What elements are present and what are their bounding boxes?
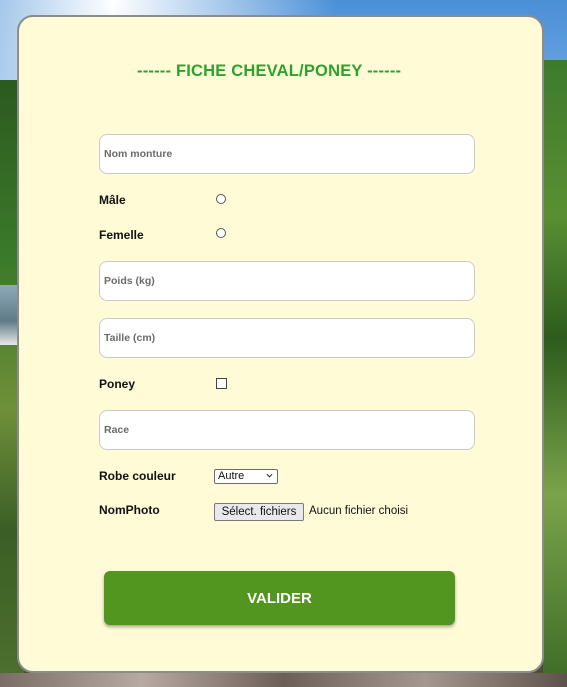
file-select-button[interactable]: Sélect. fichiers <box>214 503 304 521</box>
femelle-label: Femelle <box>99 228 144 242</box>
nom-photo-label: NomPhoto <box>99 503 160 517</box>
form-title: ------ FICHE CHEVAL/PONEY ------ <box>137 62 402 80</box>
robe-couleur-selected: Autre <box>218 470 245 482</box>
chevron-down-icon <box>266 473 273 478</box>
femelle-radio[interactable] <box>216 228 226 238</box>
poney-label: Poney <box>99 377 136 391</box>
poney-checkbox[interactable] <box>216 378 227 389</box>
nom-monture-input[interactable] <box>99 134 475 174</box>
file-status-text: Aucun fichier choisi <box>309 505 409 517</box>
poids-input[interactable] <box>99 261 475 301</box>
horse-form-card: ------ FICHE CHEVAL/PONEY ------ Mâle Fe… <box>17 15 544 673</box>
race-input[interactable] <box>99 410 475 450</box>
robe-couleur-label: Robe couleur <box>99 469 176 483</box>
male-label: Mâle <box>99 193 126 207</box>
taille-input[interactable] <box>99 318 475 358</box>
background-trees-right <box>543 60 567 680</box>
robe-couleur-select[interactable]: Autre <box>214 469 278 484</box>
background-rocks <box>0 673 567 687</box>
male-radio[interactable] <box>216 194 226 204</box>
valider-button[interactable]: VALIDER <box>104 571 455 625</box>
